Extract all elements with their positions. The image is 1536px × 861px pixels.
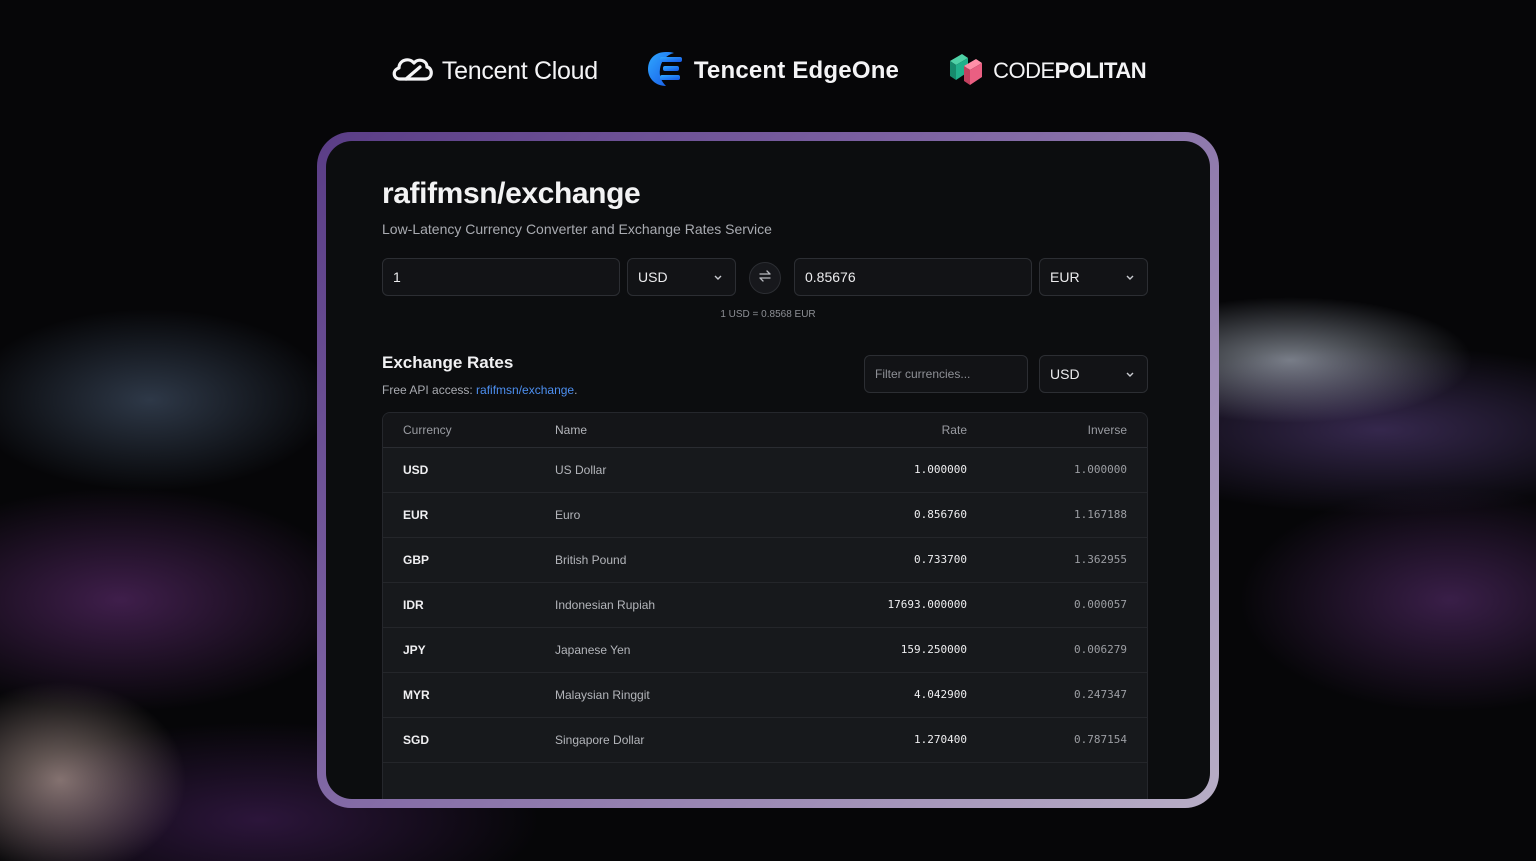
cell-code: GBP bbox=[383, 537, 555, 583]
page-subtitle: Low-Latency Currency Converter and Excha… bbox=[382, 221, 772, 237]
filter-input[interactable]: Filter currencies... bbox=[864, 355, 1028, 393]
api-prefix: Free API access: bbox=[382, 383, 477, 397]
cell-rate: 1.270400 bbox=[757, 717, 967, 763]
tencent-cloud-wordmark: Tencent Cloud bbox=[441, 56, 598, 85]
from-currency-select[interactable]: USD bbox=[627, 258, 736, 296]
cell-rate: 4.042900 bbox=[757, 672, 967, 718]
cell-name: US Dollar bbox=[555, 447, 757, 493]
header-rate[interactable]: Rate bbox=[757, 413, 967, 448]
api-access-text: Free API access: rafifmsn/exchange. bbox=[382, 383, 577, 397]
cell-inverse: 0.247347 bbox=[967, 672, 1147, 718]
table-row[interactable]: GBP British Pound 0.733700 1.362955 bbox=[383, 537, 1147, 583]
cell-name: Malaysian Ringgit bbox=[555, 672, 757, 718]
device-frame: rafifmsn/exchange Low-Latency Currency C… bbox=[317, 132, 1219, 808]
cell-inverse: 0.006279 bbox=[967, 627, 1147, 673]
chevron-down-icon bbox=[711, 270, 725, 284]
cell-code: EUR bbox=[383, 492, 555, 538]
api-suffix: . bbox=[574, 383, 578, 397]
edgeone-logo: Tencent EdgeOne bbox=[646, 50, 899, 93]
cell-code: IDR bbox=[383, 582, 555, 628]
rates-table: Currency Name Rate Inverse USD US Dollar… bbox=[382, 412, 1148, 799]
edgeone-wordmark: Tencent EdgeOne bbox=[693, 57, 900, 84]
conversion-rate-text: 1 USD = 0.8568 EUR bbox=[720, 309, 816, 320]
to-currency-select[interactable]: EUR bbox=[1039, 258, 1148, 296]
base-currency-value: USD bbox=[1050, 366, 1080, 382]
cell-inverse: 1.167188 bbox=[967, 492, 1147, 538]
cell-rate: 17693.000000 bbox=[757, 582, 967, 628]
header-inverse[interactable]: Inverse bbox=[967, 413, 1147, 448]
codepolitan-wordmark: CODEPOLITAN bbox=[993, 58, 1147, 83]
cell-code: USD bbox=[383, 447, 555, 493]
table-row[interactable]: EUR Euro 0.856760 1.167188 bbox=[383, 492, 1147, 538]
cell-rate: 1.000000 bbox=[757, 447, 967, 493]
cell-name: Japanese Yen bbox=[555, 627, 757, 673]
to-currency-value: EUR bbox=[1050, 269, 1080, 285]
app-panel: rafifmsn/exchange Low-Latency Currency C… bbox=[326, 141, 1210, 799]
cell-name: Indonesian Rupiah bbox=[555, 582, 757, 628]
cell-name: British Pound bbox=[555, 537, 757, 583]
cloud-icon bbox=[390, 53, 434, 90]
cell-rate: 0.733700 bbox=[757, 537, 967, 583]
cell-code: SGD bbox=[383, 717, 555, 763]
codepolitan-icon bbox=[947, 50, 985, 93]
table-row[interactable]: IDR Indonesian Rupiah 17693.000000 0.000… bbox=[383, 582, 1147, 628]
cell-inverse: 1.000000 bbox=[967, 447, 1147, 493]
section-title: Exchange Rates bbox=[382, 353, 514, 372]
cell-code: MYR bbox=[383, 672, 555, 718]
base-currency-select[interactable]: USD bbox=[1039, 355, 1148, 393]
chevron-down-icon bbox=[1123, 270, 1137, 284]
brand-bar: Tencent Cloud Tencent EdgeOne CODEPOLITA… bbox=[0, 48, 1536, 94]
cell-name: Euro bbox=[555, 492, 757, 538]
result-output[interactable]: 0.85676 bbox=[794, 258, 1032, 296]
api-link[interactable]: rafifmsn/exchange bbox=[476, 383, 574, 397]
cell-code: JPY bbox=[383, 627, 555, 673]
swap-button[interactable] bbox=[749, 262, 781, 294]
cell-rate: 159.250000 bbox=[757, 627, 967, 673]
page-title: rafifmsn/exchange bbox=[382, 177, 641, 210]
cell-inverse: 0.000057 bbox=[967, 582, 1147, 628]
cell-inverse: 1.362955 bbox=[967, 537, 1147, 583]
cell-name: Singapore Dollar bbox=[555, 717, 757, 763]
tencent-cloud-logo: Tencent Cloud bbox=[390, 53, 598, 90]
header-name[interactable]: Name bbox=[555, 413, 757, 448]
table-row[interactable]: MYR Malaysian Ringgit 4.042900 0.247347 bbox=[383, 672, 1147, 718]
codepolitan-logo: CODEPOLITAN bbox=[947, 50, 1147, 93]
cell-inverse: 0.787154 bbox=[967, 717, 1147, 763]
table-row[interactable]: JPY Japanese Yen 159.250000 0.006279 bbox=[383, 627, 1147, 673]
table-row[interactable]: SGD Singapore Dollar 1.270400 0.787154 bbox=[383, 717, 1147, 763]
amount-input[interactable]: 1 bbox=[382, 258, 620, 296]
from-currency-value: USD bbox=[638, 269, 668, 285]
swap-arrows-icon bbox=[758, 269, 772, 288]
table-header-row: Currency Name Rate Inverse bbox=[383, 413, 1147, 448]
chevron-down-icon bbox=[1123, 367, 1137, 381]
cell-rate: 0.856760 bbox=[757, 492, 967, 538]
header-currency[interactable]: Currency bbox=[383, 413, 555, 448]
table-row[interactable]: USD US Dollar 1.000000 1.000000 bbox=[383, 447, 1147, 493]
edgeone-icon bbox=[646, 50, 686, 93]
